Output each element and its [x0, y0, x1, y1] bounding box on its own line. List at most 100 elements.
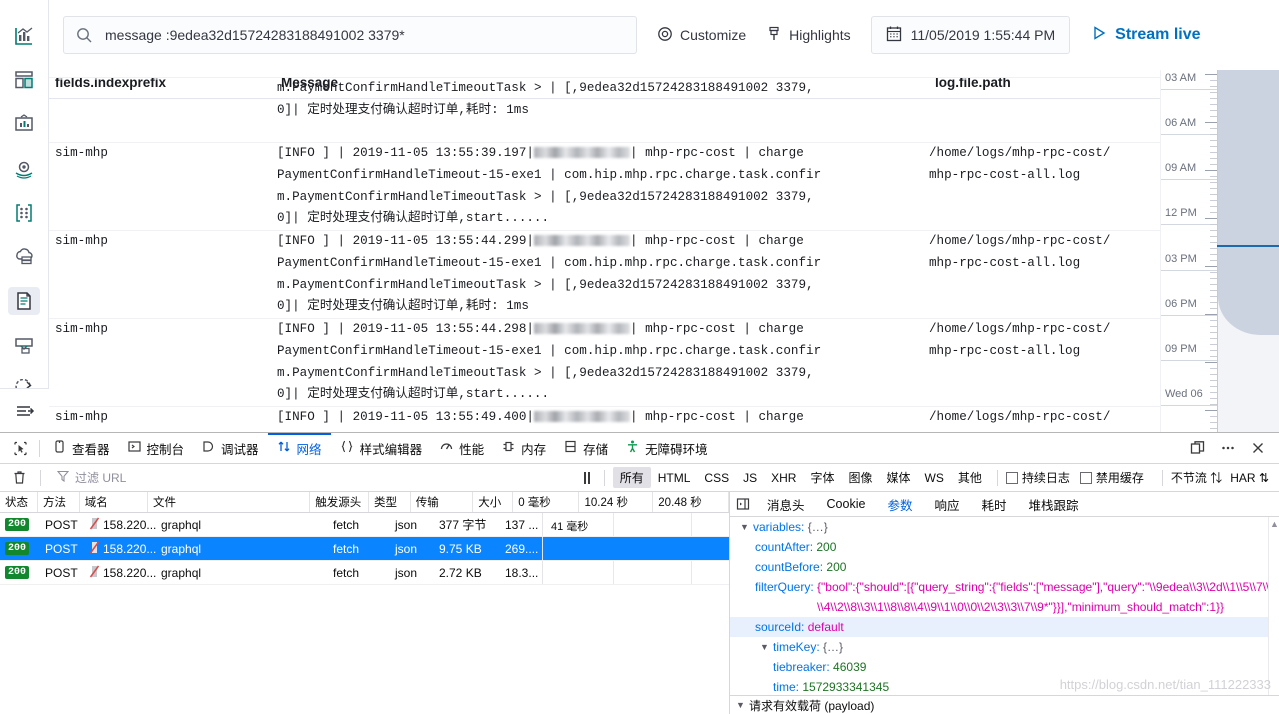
tick-label: 06 PM: [1165, 298, 1197, 310]
column-header-type[interactable]: 类型: [369, 492, 411, 512]
minimap-tick: [1210, 278, 1217, 279]
tab-network[interactable]: 网络: [268, 433, 331, 464]
cell-cause: fetch: [333, 541, 360, 556]
minimap-tick: [1205, 218, 1217, 219]
cell-waterfall: 41 毫秒: [542, 513, 729, 536]
element-picker-icon[interactable]: [6, 433, 35, 464]
trash-icon[interactable]: [6, 465, 32, 491]
column-header-status[interactable]: 状态: [0, 492, 39, 512]
tab-performance[interactable]: 性能: [431, 433, 493, 464]
tree-node-time[interactable]: time: 1572933341345: [730, 677, 1279, 697]
tick-label: Wed 06: [1165, 388, 1203, 400]
persist-logs-checkbox[interactable]: 持续日志: [1005, 469, 1070, 486]
log-rows[interactable]: m.PaymentConfirmHandleTimeoutTask > | [,…: [49, 77, 1160, 432]
machine-learning-icon[interactable]: [8, 199, 40, 227]
cell-size: 18.3...: [505, 565, 539, 580]
throttle-dropdown[interactable]: 不节流 ⇅: [1171, 469, 1222, 486]
tab-label: 无障碍环境: [645, 442, 708, 457]
tab-response[interactable]: 响应: [923, 492, 970, 517]
play-icon: [1092, 25, 1107, 46]
more-options-icon[interactable]: [1215, 435, 1241, 461]
dashboard-icon[interactable]: [8, 66, 40, 94]
maps-icon[interactable]: [8, 155, 40, 183]
chevron-down-icon[interactable]: ▼: [736, 695, 749, 714]
tick-label: 09 PM: [1165, 343, 1197, 355]
table-row[interactable]: 200 POST 158.220.... graphql fetch json …: [0, 561, 729, 585]
chevron-down-icon[interactable]: ▼: [740, 517, 753, 537]
tab-label: 性能: [459, 442, 485, 457]
table-row[interactable]: sim-mhp [INFO ] | 2019-11-05 13:55:49.40…: [49, 407, 1160, 432]
filter-type-ws[interactable]: WS: [918, 469, 951, 487]
expand-pane-icon[interactable]: [732, 493, 754, 515]
filter-type-html[interactable]: HTML: [651, 469, 698, 487]
detail-scrollbar[interactable]: ▲: [1268, 517, 1279, 695]
table-row[interactable]: sim-mhp [INFO ] | 2019-11-05 13:55:44.29…: [49, 319, 1160, 407]
scroll-up-icon[interactable]: ▲: [1270, 519, 1279, 529]
collapse-icon[interactable]: [0, 388, 49, 432]
tree-node-filterquery[interactable]: filterQuery: {"bool":{"should":[{"query_…: [730, 577, 1279, 617]
column-header-method[interactable]: 方法: [38, 492, 80, 512]
tab-accessibility[interactable]: 无障碍环境: [617, 433, 717, 464]
table-row[interactable]: 200 POST 158.220.... graphql fetch json …: [0, 513, 729, 537]
date-picker-button[interactable]: 11/05/2019 1:55:44 PM: [870, 16, 1071, 54]
pause-icon[interactable]: [578, 471, 596, 484]
tree-node-countbefore[interactable]: countBefore: 200: [730, 557, 1279, 577]
cell-transferred: 9.75 KB: [439, 541, 482, 556]
table-row[interactable]: sim-mhp [INFO ] | 2019-11-05 13:55:44.29…: [49, 231, 1160, 319]
tab-headers[interactable]: 消息头: [756, 492, 816, 517]
table-row[interactable]: m.PaymentConfirmHandleTimeoutTask > | [,…: [49, 77, 1160, 143]
stream-live-button[interactable]: Stream live: [1092, 25, 1201, 46]
analytics-icon[interactable]: [8, 22, 40, 50]
tab-style-editor[interactable]: 样式编辑器: [331, 433, 432, 464]
apm-icon[interactable]: [8, 331, 40, 359]
tree-node-tiebreaker[interactable]: tiebreaker: 46039: [730, 657, 1279, 677]
filter-type-all[interactable]: 所有: [612, 467, 651, 488]
tab-storage[interactable]: 存储: [555, 433, 617, 464]
filter-type-js[interactable]: JS: [736, 469, 764, 487]
highlights-button[interactable]: Highlights: [766, 26, 851, 45]
tab-params[interactable]: 参数: [876, 492, 923, 517]
close-icon[interactable]: [1245, 435, 1271, 461]
column-header-cause[interactable]: 触发源头: [310, 492, 370, 512]
tab-timings[interactable]: 耗时: [970, 492, 1017, 517]
table-row[interactable]: sim-mhp [INFO ] | 2019-11-05 13:55:39.19…: [49, 143, 1160, 231]
filter-type-font[interactable]: 字体: [803, 467, 841, 488]
chevron-down-icon[interactable]: ▼: [760, 637, 773, 657]
tree-node-sourceid[interactable]: sourceId: default: [730, 617, 1279, 637]
url-filter-input[interactable]: 过滤 URL: [56, 469, 377, 486]
cell-waterfall: [542, 561, 729, 584]
search-input[interactable]: message :9edea32d15724283188491002 3379*: [63, 16, 637, 54]
tab-debugger[interactable]: 调试器: [193, 433, 268, 464]
column-header-file[interactable]: 文件: [148, 492, 311, 512]
minimap-timeline[interactable]: 03 AM 06 AM 09 AM 12 PM 03 PM 06 PM 09 P…: [1160, 70, 1279, 432]
table-row[interactable]: 200 POST 158.220.... graphql fetch json …: [0, 537, 729, 561]
tab-cookies[interactable]: Cookie: [816, 492, 877, 517]
logs-icon[interactable]: [8, 287, 40, 316]
tree-node-countafter[interactable]: countAfter: 200: [730, 537, 1279, 557]
tab-inspector[interactable]: 查看器: [44, 433, 119, 464]
cell-type: json: [395, 517, 418, 532]
tree-node-variables[interactable]: ▼ variables: {…}: [730, 517, 1279, 537]
tab-label: 内存: [521, 442, 547, 457]
filter-type-image[interactable]: 图像: [841, 467, 879, 488]
filter-type-media[interactable]: 媒体: [880, 467, 918, 488]
request-payload-section[interactable]: ▼ 请求有效载荷 (payload): [730, 695, 1279, 714]
infrastructure-icon[interactable]: [8, 243, 40, 271]
tab-console[interactable]: 控制台: [119, 433, 194, 464]
tab-stacktrace[interactable]: 堆栈跟踪: [1017, 492, 1089, 517]
customize-button[interactable]: Customize: [657, 26, 746, 45]
dock-layout-icon[interactable]: [1185, 435, 1211, 461]
filter-type-xhr[interactable]: XHR: [764, 469, 803, 487]
filter-type-css[interactable]: CSS: [697, 469, 736, 487]
tab-memory[interactable]: 内存: [493, 433, 555, 464]
har-dropdown[interactable]: HAR ⇅: [1230, 471, 1269, 485]
column-header-domain[interactable]: 域名: [80, 492, 148, 512]
canvas-icon[interactable]: [8, 110, 40, 138]
column-header-transferred[interactable]: 传输: [411, 492, 474, 512]
filter-type-other[interactable]: 其他: [951, 467, 989, 488]
disable-cache-checkbox[interactable]: 禁用缓存: [1079, 469, 1144, 486]
tree-node-timekey[interactable]: ▼ timeKey: {…}: [730, 637, 1279, 657]
params-tree[interactable]: ▼ variables: {…} countAfter: 200 countBe…: [730, 517, 1279, 714]
redacted-ip: [533, 323, 630, 334]
column-header-size[interactable]: 大小: [473, 492, 514, 512]
